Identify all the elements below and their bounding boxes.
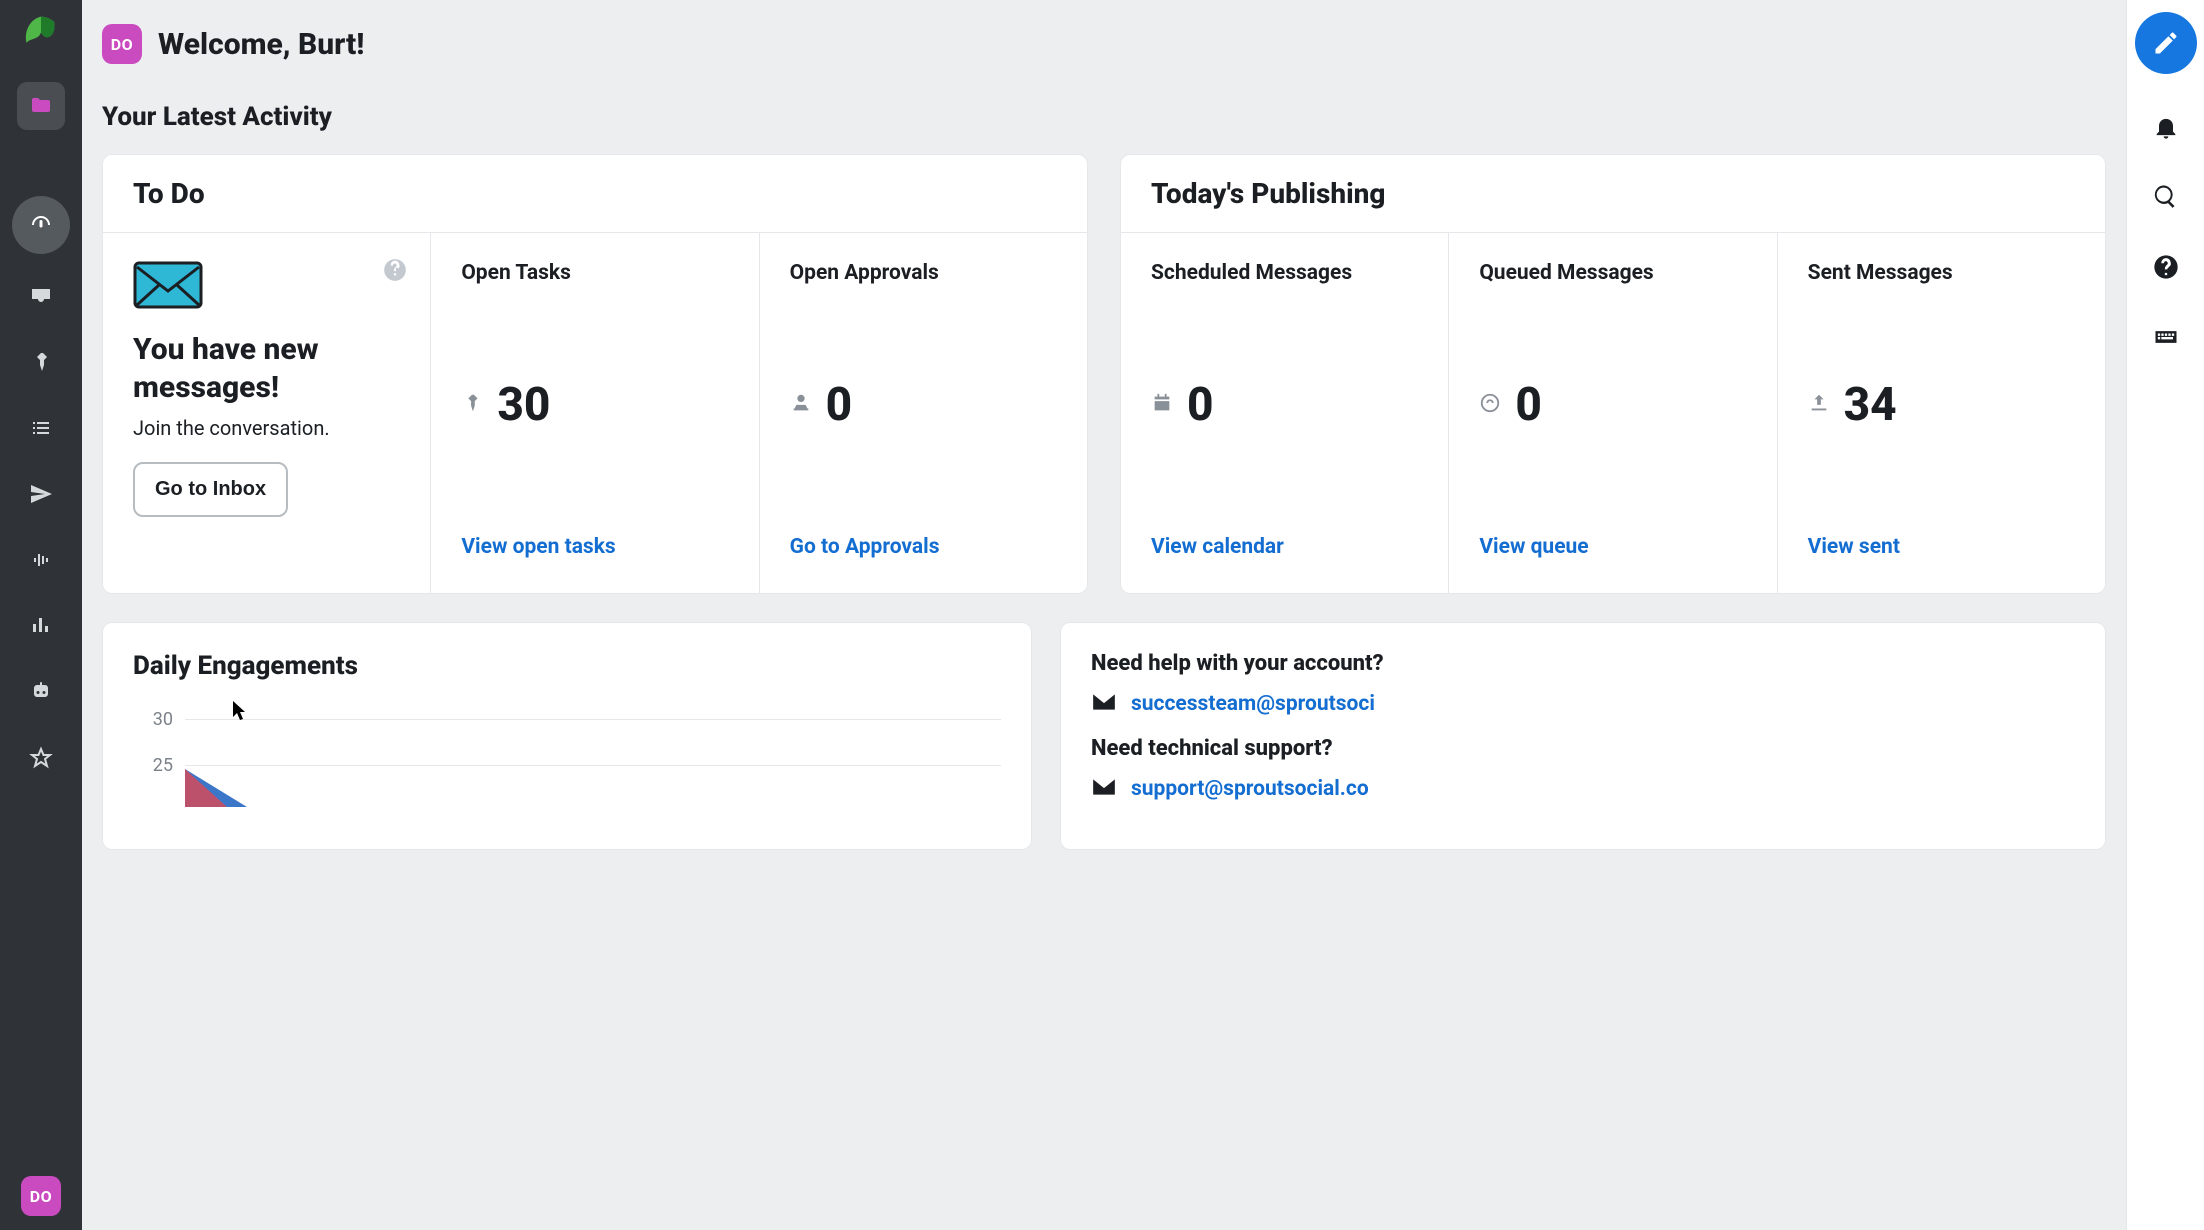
nav-audio-icon[interactable] — [17, 536, 65, 584]
header-avatar[interactable]: DO — [102, 24, 142, 64]
view-sent-link[interactable]: View sent — [1808, 535, 2075, 559]
tooltip-help-icon[interactable] — [382, 257, 408, 283]
bottom-row: Daily Engagements 30 25 Need help with y… — [102, 622, 2106, 850]
calendar-mini-icon — [1151, 392, 1173, 418]
chart-area-shape — [185, 769, 247, 807]
sent-value: 34 — [1844, 378, 1897, 432]
activity-section-title: Your Latest Activity — [102, 102, 2106, 132]
open-tasks-cell: Open Tasks 30 View open tasks — [431, 233, 759, 593]
success-team-email-link[interactable]: successteam@sproutsoci — [1131, 692, 1375, 716]
support-card: Need help with your account? successteam… — [1060, 622, 2106, 850]
pin-mini-icon — [461, 392, 483, 418]
todo-title: To Do — [133, 177, 1057, 210]
nav-dashboard-icon[interactable] — [12, 196, 70, 254]
sent-label: Sent Messages — [1808, 261, 2075, 285]
scheduled-label: Scheduled Messages — [1151, 261, 1418, 285]
chart-ytick-30: 30 — [133, 709, 173, 730]
scheduled-cell: Scheduled Messages 0 View calendar — [1121, 233, 1449, 593]
go-to-approvals-link[interactable]: Go to Approvals — [790, 535, 1057, 559]
nav-user-avatar[interactable]: DO — [21, 1176, 61, 1216]
mail-icon — [1091, 777, 1117, 801]
chart-gridline — [185, 719, 1001, 720]
publishing-title: Today's Publishing — [1151, 177, 2075, 210]
messages-subtitle: Join the conversation. — [133, 416, 400, 440]
nav-chart-icon[interactable] — [17, 602, 65, 650]
queued-cell: Queued Messages 0 View queue — [1449, 233, 1777, 593]
go-to-inbox-button[interactable]: Go to Inbox — [133, 462, 288, 517]
nav-inbox-icon[interactable] — [17, 272, 65, 320]
open-tasks-value: 30 — [497, 378, 550, 432]
help-tech-title: Need technical support? — [1091, 736, 2075, 761]
nav-send-icon[interactable] — [17, 470, 65, 518]
engagements-chart-title: Daily Engagements — [133, 651, 1001, 681]
nav-star-icon[interactable] — [17, 734, 65, 782]
help-icon[interactable] — [2149, 250, 2183, 284]
envelope-icon — [133, 261, 203, 309]
engagements-chart-body: 30 25 — [133, 709, 1001, 795]
mail-icon — [1091, 692, 1117, 716]
messages-title: You have new messages! — [133, 331, 400, 406]
cursor-icon — [233, 701, 249, 721]
nav-bot-icon[interactable] — [17, 668, 65, 716]
approval-mini-icon — [790, 392, 812, 418]
view-open-tasks-link[interactable]: View open tasks — [461, 535, 728, 559]
publishing-card: Today's Publishing Scheduled Messages 0 … — [1120, 154, 2106, 594]
activity-row: To Do You have new messages! Join the co… — [102, 154, 2106, 594]
support-email-link[interactable]: support@sproutsocial.co — [1131, 777, 1369, 801]
nav-folder-icon[interactable] — [17, 82, 65, 130]
open-approvals-value: 0 — [826, 378, 853, 432]
chart-gridline — [185, 765, 1001, 766]
upload-mini-icon — [1808, 392, 1830, 418]
open-approvals-cell: Open Approvals 0 Go to Approvals — [760, 233, 1087, 593]
search-icon[interactable] — [2149, 180, 2183, 214]
view-calendar-link[interactable]: View calendar — [1151, 535, 1418, 559]
keyboard-icon[interactable] — [2149, 320, 2183, 354]
right-utility-rail — [2126, 0, 2204, 1230]
engagements-chart-card: Daily Engagements 30 25 — [102, 622, 1032, 850]
todo-card: To Do You have new messages! Join the co… — [102, 154, 1088, 594]
left-nav-rail: DO — [0, 0, 82, 1230]
brand-logo[interactable] — [20, 14, 62, 56]
scheduled-value: 0 — [1187, 378, 1214, 432]
new-messages-cell: You have new messages! Join the conversa… — [103, 233, 431, 593]
open-approvals-label: Open Approvals — [790, 261, 1057, 285]
help-account-title: Need help with your account? — [1091, 651, 2075, 676]
nav-pin-icon[interactable] — [17, 338, 65, 386]
sent-cell: Sent Messages 34 View sent — [1778, 233, 2105, 593]
queued-value: 0 — [1515, 378, 1542, 432]
queued-label: Queued Messages — [1479, 261, 1746, 285]
view-queue-link[interactable]: View queue — [1479, 535, 1746, 559]
open-tasks-label: Open Tasks — [461, 261, 728, 285]
notifications-icon[interactable] — [2149, 110, 2183, 144]
nav-list-icon[interactable] — [17, 404, 65, 452]
welcome-title: Welcome, Burt! — [158, 27, 364, 62]
page-header: DO Welcome, Burt! — [102, 24, 2106, 64]
chart-ytick-25: 25 — [133, 755, 173, 776]
main-content: DO Welcome, Burt! Your Latest Activity T… — [82, 0, 2126, 1230]
compose-button[interactable] — [2135, 12, 2197, 74]
queue-mini-icon — [1479, 392, 1501, 418]
